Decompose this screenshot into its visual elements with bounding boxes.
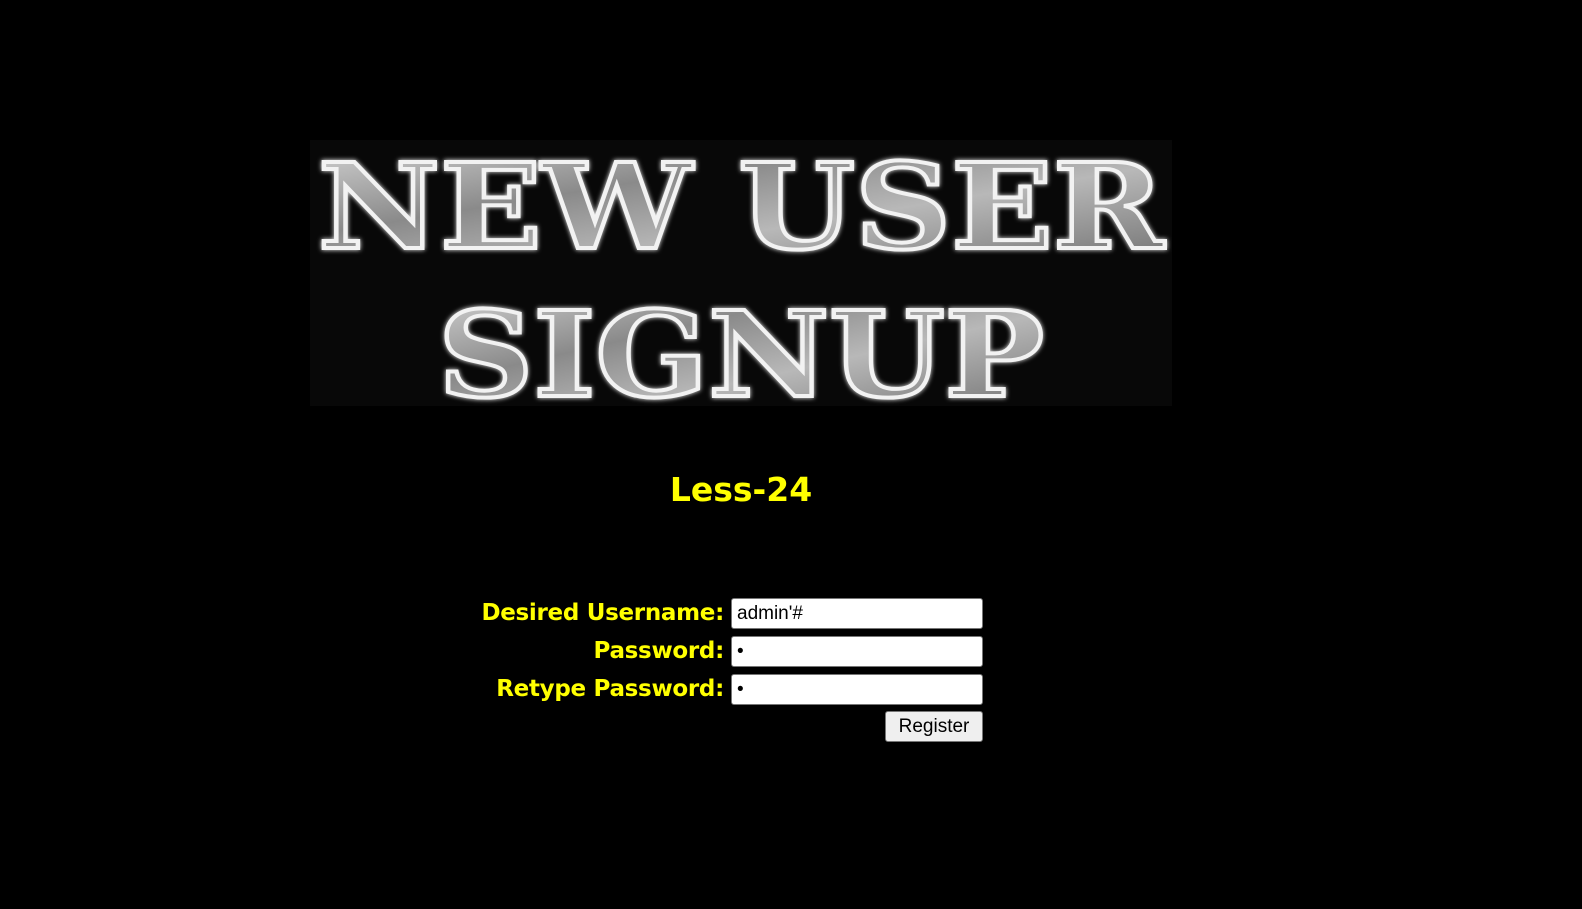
retype-password-row: Retype Password: bbox=[490, 672, 990, 710]
password-input[interactable] bbox=[731, 636, 983, 667]
signup-page: NEW USER SIGNUP Less-24 Desired Username… bbox=[0, 0, 1582, 909]
signup-banner-graphic: NEW USER SIGNUP bbox=[316, 140, 1167, 406]
banner-line-1: NEW USER bbox=[318, 140, 1165, 276]
signup-form: Desired Username: Password: Retype Passw… bbox=[481, 596, 990, 742]
username-input[interactable] bbox=[731, 598, 983, 629]
signup-banner-image: NEW USER SIGNUP bbox=[310, 140, 1172, 406]
register-button[interactable]: Register bbox=[885, 711, 983, 742]
username-row: Desired Username: bbox=[481, 596, 990, 634]
password-row: Password: bbox=[490, 634, 990, 672]
banner-line-2: SIGNUP bbox=[438, 285, 1044, 406]
retype-password-label: Retype Password: bbox=[496, 676, 724, 702]
username-label: Desired Username: bbox=[481, 600, 724, 626]
lesson-title: Less-24 bbox=[669, 470, 813, 509]
retype-password-input[interactable] bbox=[731, 674, 983, 705]
password-label: Password: bbox=[593, 638, 725, 664]
